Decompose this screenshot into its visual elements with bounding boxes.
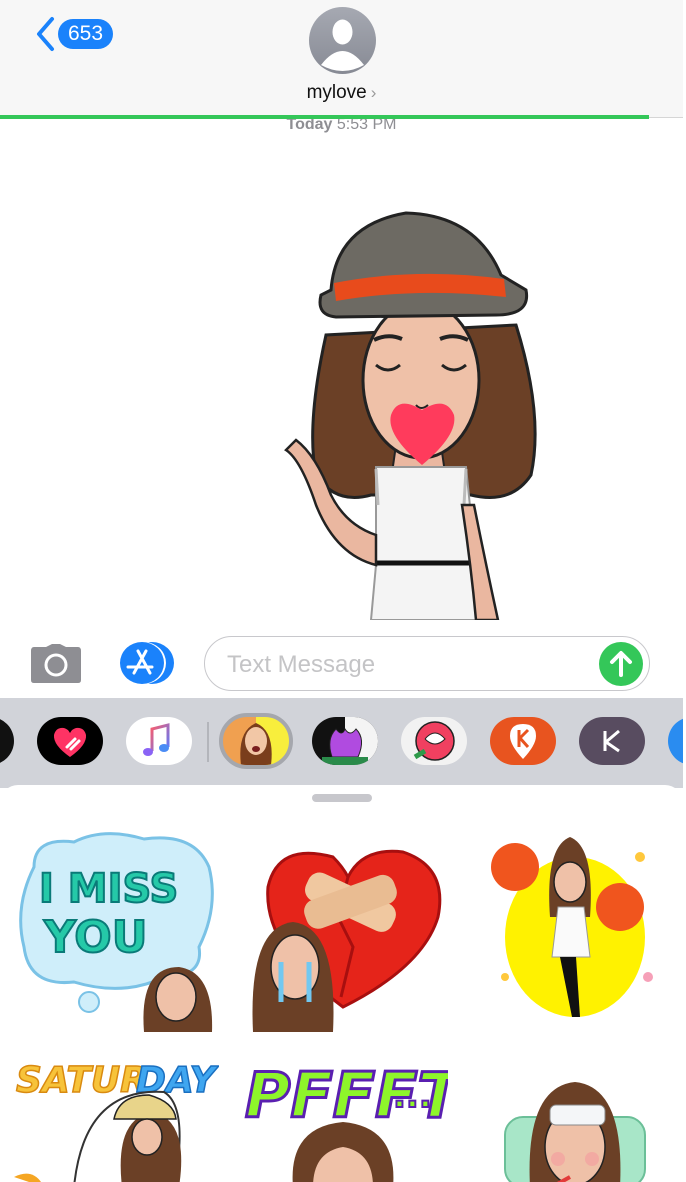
unread-badge: 653 — [58, 19, 114, 49]
arrow-up-icon — [610, 651, 632, 677]
svg-text:SATUR: SATUR — [16, 1060, 148, 1101]
conversation-header: 653 mylove › — [0, 0, 683, 118]
app-drawer-row[interactable] — [0, 698, 683, 788]
message-input-bar: Text Message — [0, 628, 683, 698]
sticker-cheerleader[interactable] — [480, 827, 670, 1032]
chevron-right-icon: › — [370, 83, 377, 102]
text-message-input[interactable]: Text Message — [204, 636, 650, 691]
sticker-heartbroken[interactable] — [243, 827, 448, 1032]
music-note-icon — [143, 723, 170, 756]
app-partial-left[interactable] — [0, 717, 14, 765]
send-progress-fill — [0, 115, 649, 119]
face-icon — [240, 723, 272, 765]
app-coloring-rose[interactable] — [401, 717, 467, 765]
k-letter-icon — [603, 729, 620, 753]
contact-name: mylove — [306, 82, 367, 103]
app-row-divider — [207, 722, 209, 762]
app-klook[interactable] — [490, 717, 556, 765]
app-store-button[interactable] — [116, 641, 176, 685]
sticker-pffft[interactable]: PFFFT ... — [243, 1047, 448, 1182]
appstore-icon — [120, 642, 174, 684]
k-pin-icon — [510, 724, 536, 759]
svg-text:I MISS: I MISS — [39, 866, 178, 912]
contact-avatar[interactable] — [309, 7, 376, 74]
app-keep[interactable] — [579, 717, 645, 765]
saturday-sticker: SATUR DAY — [14, 1059, 219, 1182]
camera-button[interactable] — [30, 643, 82, 683]
flower-coloring-icon — [322, 717, 378, 765]
app-digital-touch[interactable] — [37, 717, 103, 765]
app-music[interactable] — [126, 717, 192, 765]
app-coloring-flower[interactable] — [312, 717, 378, 765]
sticker-sick[interactable] — [480, 1047, 670, 1182]
heartbroken-sticker — [252, 849, 442, 1032]
person-icon — [321, 19, 364, 71]
app-face-selected[interactable] — [219, 713, 293, 769]
send-progress-bar — [0, 115, 683, 119]
bitmoji-sticker-message[interactable] — [276, 205, 556, 622]
pffft-sticker: PFFFT ... — [244, 1058, 448, 1182]
svg-text:YOU: YOU — [43, 912, 147, 963]
sick-sticker — [504, 1082, 646, 1182]
messages-screen: 653 mylove › Today 5:53 PM Text Message … — [0, 0, 686, 1182]
heart-touch-icon — [53, 727, 87, 757]
bitmoji-kiss-sticker — [284, 211, 537, 622]
rose-coloring-icon — [413, 721, 455, 761]
back-button[interactable]: 653 — [34, 16, 114, 52]
drawer-grabber-handle[interactable] — [312, 794, 372, 802]
cheerleader-sticker — [491, 837, 653, 1017]
sticker-saturday[interactable]: SATUR DAY — [14, 1047, 219, 1182]
sticker-i-miss-you[interactable]: I MISS YOU — [14, 827, 219, 1032]
text-message-placeholder: Text Message — [227, 651, 376, 678]
camera-icon — [31, 644, 81, 683]
app-partial-right[interactable] — [668, 717, 683, 765]
send-button[interactable] — [599, 642, 643, 686]
i-miss-you-sticker: I MISS YOU — [19, 832, 214, 1032]
svg-text:...: ... — [393, 1076, 432, 1116]
chevron-left-icon — [37, 17, 54, 51]
contact-name-button[interactable]: mylove › — [0, 82, 683, 104]
sticker-drawer: I MISS YOU SATUR DAY PFFFT ... — [0, 785, 683, 1182]
